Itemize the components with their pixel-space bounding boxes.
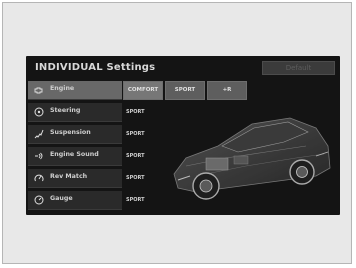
car-illustration — [173, 117, 331, 200]
setting-value: SPORT — [126, 197, 145, 203]
manual-figure-frame: INDIVIDUAL Settings Default Engine COMFO… — [2, 2, 352, 264]
setting-row-gauge[interactable]: Gauge — [28, 191, 122, 210]
setting-row-rev-match[interactable]: Rev Match — [28, 169, 122, 188]
setting-row-engine-sound[interactable]: Engine Sound — [28, 147, 122, 166]
default-button[interactable]: Default — [262, 61, 335, 75]
setting-value: SPORT — [126, 109, 145, 115]
engine-icon — [34, 87, 43, 94]
setting-value: SPORT — [126, 153, 145, 159]
gauge-icon — [34, 195, 44, 205]
setting-value: SPORT — [126, 131, 145, 137]
engine-option-sport[interactable]: SPORT — [165, 81, 205, 100]
setting-label: Steering — [50, 107, 81, 114]
setting-label: Suspension — [50, 129, 91, 136]
screen-title: INDIVIDUAL Settings — [35, 62, 156, 73]
steering-wheel-icon — [34, 107, 44, 117]
setting-label: Engine Sound — [50, 151, 99, 158]
rev-match-icon — [34, 174, 44, 182]
setting-row-engine[interactable]: Engine — [28, 81, 122, 100]
setting-label: Engine — [50, 85, 75, 92]
engine-option-plus-r[interactable]: +R — [207, 81, 247, 100]
engine-sound-icon — [35, 152, 43, 160]
display-screen: INDIVIDUAL Settings Default Engine COMFO… — [26, 56, 340, 215]
setting-label: Rev Match — [50, 173, 88, 180]
setting-row-steering[interactable]: Steering — [28, 103, 122, 122]
setting-label: Gauge — [50, 195, 73, 202]
setting-value: SPORT — [126, 175, 145, 181]
suspension-icon — [34, 129, 44, 139]
setting-row-suspension[interactable]: Suspension — [28, 125, 122, 144]
engine-option-comfort[interactable]: COMFORT — [123, 81, 163, 100]
